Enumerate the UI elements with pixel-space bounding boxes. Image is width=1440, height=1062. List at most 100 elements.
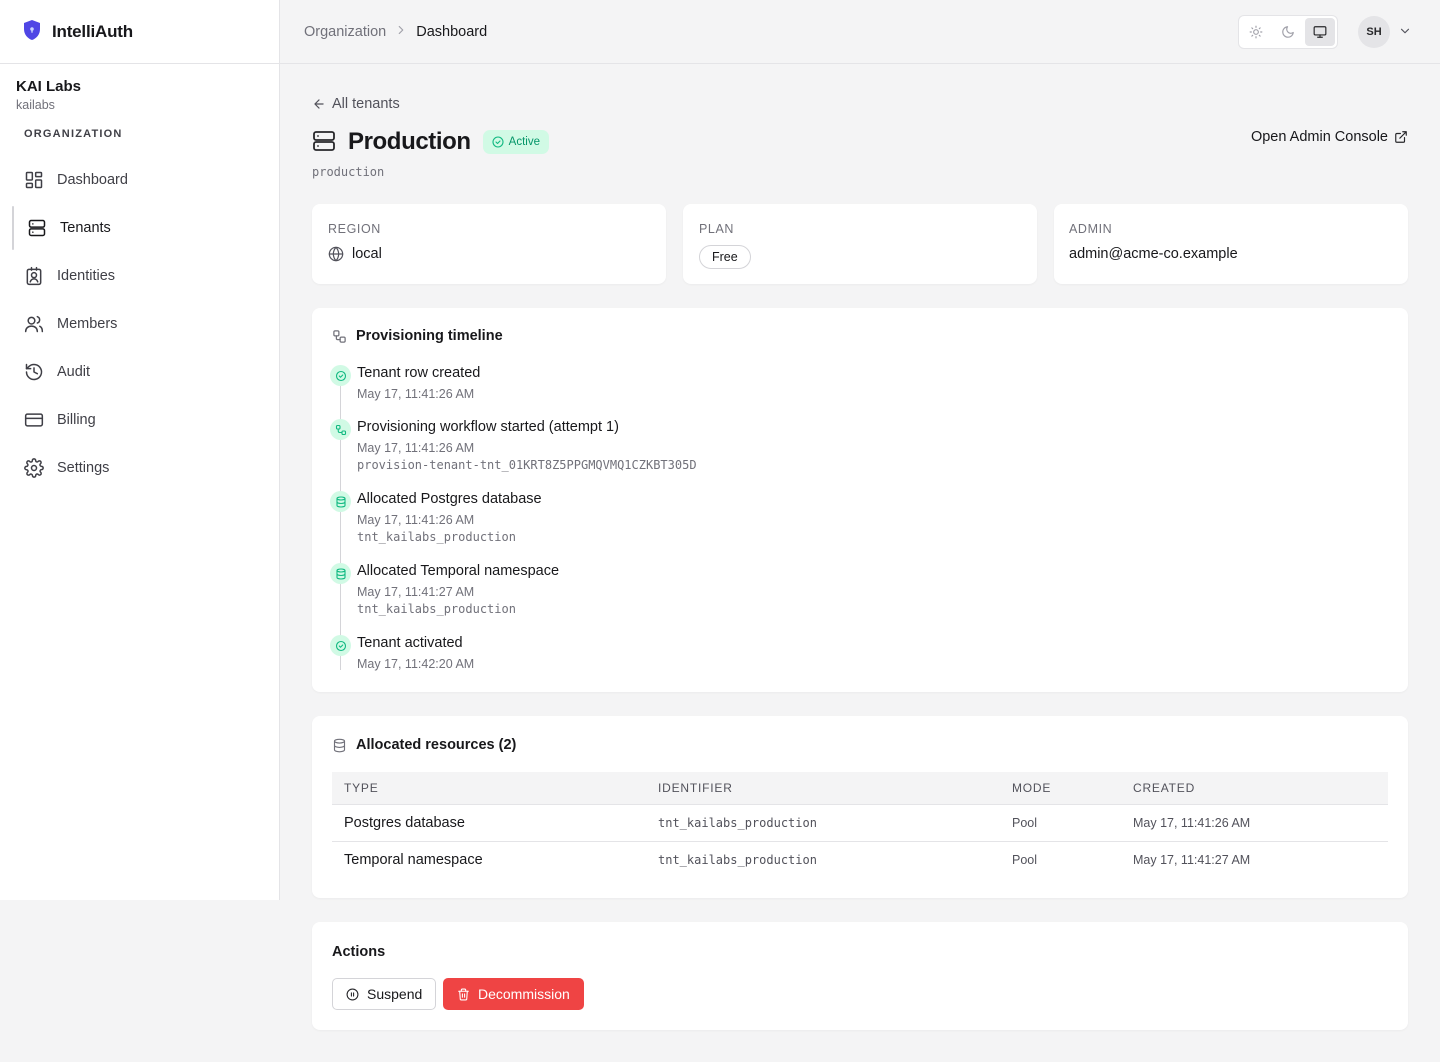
tenant-slug: production — [312, 165, 385, 179]
cell-created: May 17, 11:41:26 AM — [1121, 804, 1388, 842]
sidebar-item-dashboard[interactable]: Dashboard — [0, 156, 279, 204]
breadcrumb-dashboard: Dashboard — [416, 23, 488, 40]
moon-icon — [1282, 26, 1294, 38]
timeline-event-title: Tenant activated — [357, 635, 463, 651]
timeline-title: Provisioning timeline — [332, 328, 503, 344]
column-created: CREATED — [1121, 772, 1388, 805]
timeline-event-ref: provision-tenant-tnt_01KRT8Z5PPGMQVMQ1CZ… — [357, 458, 697, 472]
cell-mode: Pool — [1000, 804, 1121, 842]
brand[interactable]: IntelliAuth — [0, 0, 279, 64]
chevron-right-icon — [394, 23, 408, 41]
provisioning-timeline-card: Provisioning timeline Tenant row created… — [312, 308, 1408, 692]
chevron-down-icon[interactable] — [1398, 24, 1412, 41]
timeline-event-time: May 17, 11:42:20 AM — [357, 657, 475, 671]
cell-identifier: tnt_kailabs_production — [646, 804, 1000, 842]
admin-email: admin@acme-co.example — [1069, 246, 1238, 262]
status-badge: Active — [482, 130, 549, 154]
sidebar-item-label: Tenants — [60, 220, 111, 236]
check-circle-icon — [330, 635, 351, 656]
workflow-icon — [330, 419, 351, 440]
timeline-event-title: Allocated Temporal namespace — [357, 563, 560, 579]
timeline-title-text: Provisioning timeline — [356, 328, 503, 344]
app-name: IntelliAuth — [52, 21, 133, 41]
theme-switcher — [1238, 15, 1338, 49]
open-admin-console-link[interactable]: Open Admin Console — [1251, 129, 1408, 145]
plan-label: PLAN — [699, 222, 735, 236]
check-circle-icon — [492, 136, 504, 148]
page-title: Production — [348, 128, 471, 155]
table-header-row: TYPE IDENTIFIER MODE CREATED — [332, 772, 1388, 805]
org-switcher[interactable]: KAI Labs kailabs — [0, 64, 279, 112]
column-type: TYPE — [332, 772, 646, 805]
region-value: local — [328, 246, 382, 262]
sidebar-item-settings[interactable]: Settings — [0, 444, 279, 492]
actions-title: Actions — [332, 944, 386, 960]
monitor-icon — [1313, 26, 1327, 38]
sidebar-item-label: Billing — [57, 412, 96, 428]
resources-title: Allocated resources (2) — [332, 737, 516, 753]
theme-light-button[interactable] — [1241, 18, 1271, 46]
sidebar-item-label: Identities — [57, 268, 116, 284]
sidebar-item-label: Audit — [57, 364, 91, 380]
plan-badge: Free — [699, 245, 751, 269]
sidebar-item-label: Dashboard — [57, 172, 128, 188]
theme-system-button[interactable] — [1305, 18, 1335, 46]
table-row: Postgres database tnt_kailabs_production… — [332, 804, 1388, 842]
server-icon — [28, 219, 46, 237]
globe-icon — [328, 246, 344, 262]
sidebar-item-billing[interactable]: Billing — [0, 396, 279, 444]
timeline-event-title: Allocated Postgres database — [357, 491, 542, 507]
decommission-button[interactable]: Decommission — [443, 978, 584, 1010]
timeline-event-ref: tnt_kailabs_production — [357, 530, 516, 544]
sun-icon — [1249, 25, 1263, 39]
breadcrumb-organization[interactable]: Organization — [304, 24, 386, 40]
check-circle-icon — [330, 365, 351, 386]
sidebar-nav: Dashboard Tenants Identities Members Aud… — [0, 156, 279, 492]
shield-logo-icon — [22, 19, 42, 44]
sidebar-item-members[interactable]: Members — [0, 300, 279, 348]
sidebar-item-tenants[interactable]: Tenants — [0, 204, 279, 252]
sidebar-item-identities[interactable]: Identities — [0, 252, 279, 300]
timeline-event-time: May 17, 11:41:26 AM — [357, 387, 475, 401]
column-mode: MODE — [1000, 772, 1121, 805]
sidebar: IntelliAuth KAI Labs kailabs ORGANIZATIO… — [0, 0, 280, 900]
table-row: Temporal namespace tnt_kailabs_productio… — [332, 841, 1388, 878]
server-icon — [312, 129, 336, 156]
admin-label: ADMIN — [1069, 222, 1113, 236]
database-icon — [330, 563, 351, 584]
theme-dark-button[interactable] — [1273, 18, 1303, 46]
page-title-row: Production Active — [312, 128, 549, 156]
database-icon — [330, 491, 351, 512]
timeline-event-time: May 17, 11:41:27 AM — [357, 585, 475, 599]
org-name: KAI Labs — [16, 78, 82, 95]
region-label: REGION — [328, 222, 381, 236]
cell-identifier: tnt_kailabs_production — [658, 852, 817, 867]
history-icon — [25, 363, 43, 381]
decommission-label: Decommission — [478, 986, 570, 1002]
external-link-icon — [1395, 131, 1407, 143]
status-label: Active — [508, 136, 540, 148]
region-card: REGION local — [312, 204, 666, 284]
sidebar-item-audit[interactable]: Audit — [0, 348, 279, 396]
admin-console-label: Open Admin Console — [1250, 129, 1388, 145]
timeline-event-time: May 17, 11:41:26 AM — [357, 513, 475, 527]
sidebar-item-label: Members — [57, 316, 118, 332]
cell-mode: Pool — [1012, 852, 1038, 867]
allocated-resources-card: Allocated resources (2) TYPE IDENTIFIER … — [312, 716, 1408, 898]
back-to-tenants-link[interactable]: All tenants — [312, 96, 400, 112]
credit-card-icon — [24, 413, 44, 427]
timeline-event-title: Provisioning workflow started (attempt 1… — [357, 419, 619, 435]
pause-circle-icon — [346, 988, 359, 1000]
users-icon — [24, 315, 44, 333]
suspend-button[interactable]: Suspend — [332, 978, 437, 1010]
database-icon — [333, 738, 346, 752]
trash-icon — [458, 988, 469, 1000]
gear-icon — [24, 458, 44, 478]
resources-title-text: Allocated resources (2) — [356, 737, 517, 753]
dashboard-icon — [25, 171, 43, 189]
resources-table: TYPE IDENTIFIER MODE CREATED Postgres da… — [332, 772, 1388, 878]
back-link-label: All tenants — [332, 96, 400, 112]
region-text: local — [352, 246, 382, 262]
top-header: Organization Dashboard SH — [280, 0, 1440, 64]
user-avatar[interactable]: SH — [1358, 16, 1390, 48]
